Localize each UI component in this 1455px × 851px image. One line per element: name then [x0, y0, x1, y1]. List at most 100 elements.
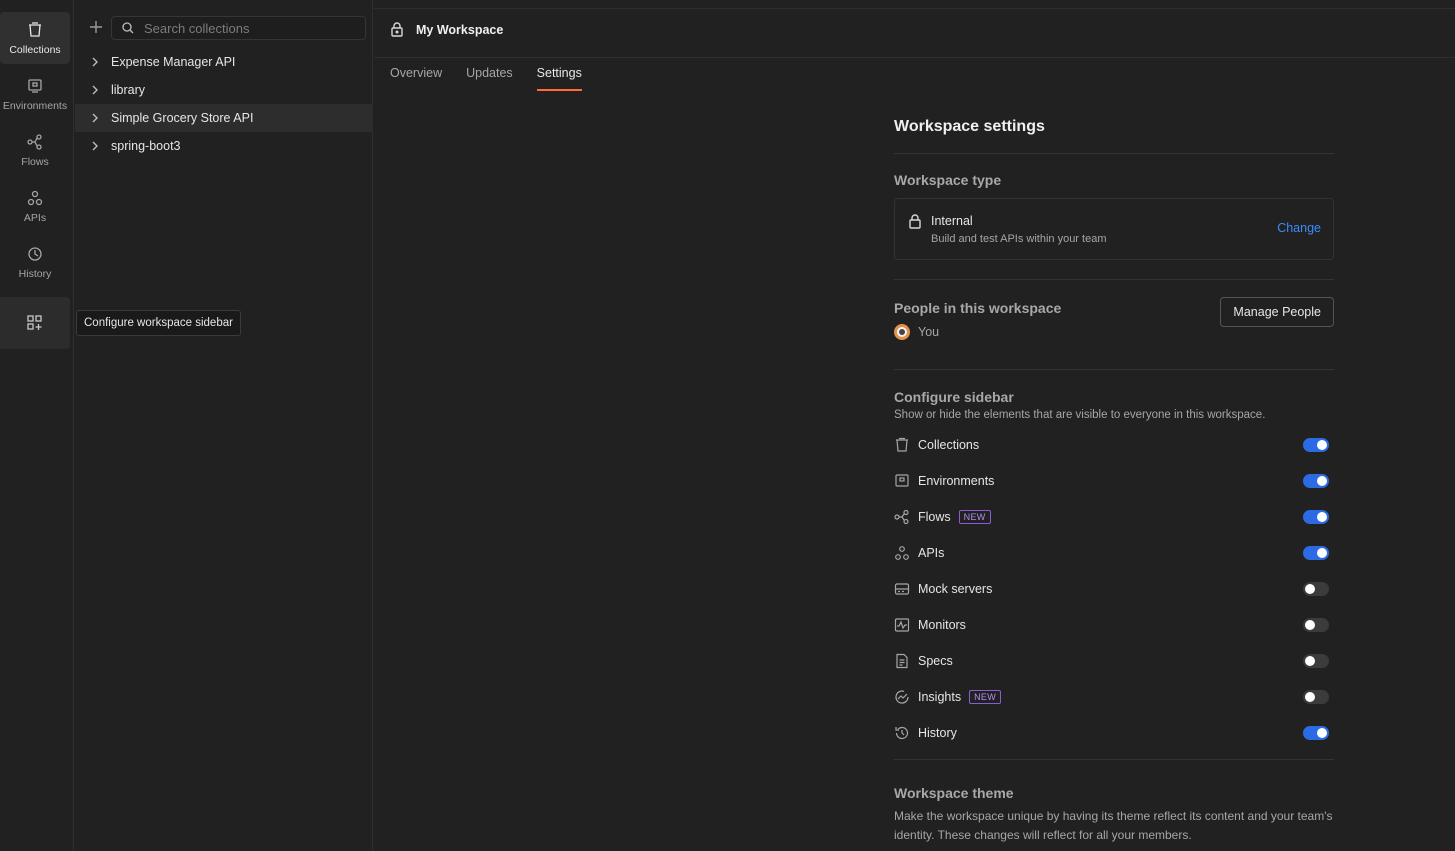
settings-title: Workspace settings — [894, 118, 1334, 154]
environments-icon — [895, 474, 909, 487]
search-box — [111, 16, 366, 40]
mock-servers-icon — [894, 583, 910, 595]
toggle-environments[interactable] — [1303, 474, 1329, 488]
option-label: Flows — [918, 510, 951, 524]
collection-item[interactable]: Simple Grocery Store API — [75, 104, 373, 132]
workspace-header: My Workspace — [390, 22, 503, 37]
rail-item-label: Collections — [9, 43, 61, 56]
sidebar-option-mock-servers: Mock servers — [894, 571, 1334, 607]
rail-item-label: APIs — [23, 211, 47, 224]
tab-overview[interactable]: Overview — [390, 66, 442, 91]
search-input[interactable] — [144, 20, 344, 36]
search-icon — [122, 22, 134, 34]
option-label: Mock servers — [918, 582, 993, 596]
rail-item-flows[interactable]: Flows — [0, 124, 70, 176]
flows-icon — [27, 133, 42, 150]
rail-item-environments[interactable]: Environments — [0, 68, 70, 120]
sidebar-option-apis: APIs — [894, 535, 1334, 571]
lock-icon — [909, 214, 921, 229]
sidebar-toggle-list: Collections Environments Flows NEW APIs — [894, 427, 1334, 751]
sidebar-option-flows: Flows NEW — [894, 499, 1334, 535]
rail-item-label: Environments — [2, 99, 68, 112]
main-content: My Workspace Overview Updates Settings W… — [374, 0, 1455, 851]
collection-item[interactable]: spring-boot3 — [75, 132, 373, 160]
toggle-apis[interactable] — [1303, 546, 1329, 560]
history-icon — [28, 246, 42, 261]
collection-item[interactable]: Expense Manager API — [75, 48, 373, 76]
collection-label: Simple Grocery Store API — [111, 111, 254, 125]
sidebar-option-insights: Insights NEW — [894, 679, 1334, 715]
rail-item-history[interactable]: History — [0, 236, 70, 288]
collection-label: Expense Manager API — [111, 55, 236, 69]
workspace-title: My Workspace — [416, 22, 504, 37]
sidebar-option-history: History — [894, 715, 1334, 751]
change-type-link[interactable]: Change — [1277, 221, 1321, 235]
people-section: People in this workspace You Manage Peop… — [894, 280, 1334, 369]
collection-item[interactable]: library — [75, 76, 373, 104]
option-label: Collections — [918, 438, 980, 452]
workspace-settings: Workspace settings Workspace type Intern… — [894, 118, 1334, 845]
chevron-right-icon[interactable] — [89, 140, 101, 152]
sidebar-option-specs: Specs — [894, 643, 1334, 679]
toggle-collections[interactable] — [1303, 438, 1329, 452]
collections-icon — [896, 437, 908, 452]
collection-label: spring-boot3 — [111, 139, 181, 153]
rail-item-collections[interactable]: Collections — [0, 12, 70, 64]
flows-icon — [894, 509, 909, 525]
toggle-monitors[interactable] — [1303, 618, 1329, 632]
workspace-type-heading: Workspace type — [894, 172, 1002, 188]
configure-sidebar-tooltip: Configure workspace sidebar — [76, 310, 241, 336]
toggle-mock-servers[interactable] — [1303, 582, 1329, 596]
option-label: History — [918, 726, 957, 740]
new-badge: NEW — [958, 510, 991, 524]
toggle-flows[interactable] — [1303, 510, 1329, 524]
workspace-theme-description: Make the workspace unique by having its … — [894, 809, 1333, 842]
toggle-history[interactable] — [1303, 726, 1329, 740]
specs-icon — [896, 653, 908, 669]
plus-icon — [90, 21, 102, 33]
workspace-type-card: Internal Build and test APIs within your… — [894, 198, 1334, 260]
tab-updates[interactable]: Updates — [466, 66, 513, 91]
workspace-tabs: Overview Updates Settings — [390, 66, 606, 91]
history-icon — [895, 726, 909, 740]
collections-panel: Expense Manager API library Simple Groce… — [75, 0, 373, 851]
configure-sidebar-heading: Configure sidebar — [894, 389, 1014, 405]
collections-icon — [29, 21, 41, 37]
rail-item-label: Flows — [21, 155, 49, 168]
add-collection-button[interactable] — [86, 17, 106, 37]
toggle-insights[interactable] — [1303, 690, 1329, 704]
configure-sidebar-description: Show or hide the elements that are visib… — [894, 409, 1266, 421]
apis-icon — [27, 190, 43, 205]
divider — [374, 57, 1455, 58]
new-badge: NEW — [969, 690, 1001, 704]
environments-icon — [28, 78, 42, 93]
lock-icon — [391, 22, 403, 37]
workspace-type-name: Internal — [931, 214, 973, 228]
divider — [894, 369, 1334, 370]
divider — [374, 8, 1455, 9]
option-label: Insights — [918, 690, 962, 704]
tab-settings[interactable]: Settings — [536, 66, 582, 91]
option-label: Monitors — [918, 618, 966, 632]
left-rail: Collections Environments Flows APIs Hist… — [0, 0, 74, 851]
workspace-theme-heading: Workspace theme — [894, 785, 1014, 801]
collection-label: library — [111, 83, 146, 97]
sidebar-option-collections: Collections — [894, 427, 1334, 463]
sidebar-option-environments: Environments — [894, 463, 1334, 499]
rail-item-label: History — [18, 267, 52, 280]
chevron-right-icon[interactable] — [89, 56, 101, 68]
configure-grid-icon — [27, 315, 42, 330]
configure-sidebar-button[interactable] — [0, 297, 70, 349]
rail-item-apis[interactable]: APIs — [0, 180, 70, 232]
monitors-icon — [894, 618, 910, 632]
option-label: APIs — [918, 546, 945, 560]
avatar — [894, 324, 910, 340]
workspace-type-description: Build and test APIs within your team — [931, 233, 1107, 245]
manage-people-button[interactable]: Manage People — [1220, 297, 1334, 327]
chevron-right-icon[interactable] — [89, 112, 101, 124]
option-label: Environments — [918, 474, 995, 488]
chevron-right-icon[interactable] — [89, 84, 101, 96]
toggle-specs[interactable] — [1303, 654, 1329, 668]
divider — [894, 759, 1334, 760]
insights-icon — [895, 690, 909, 704]
